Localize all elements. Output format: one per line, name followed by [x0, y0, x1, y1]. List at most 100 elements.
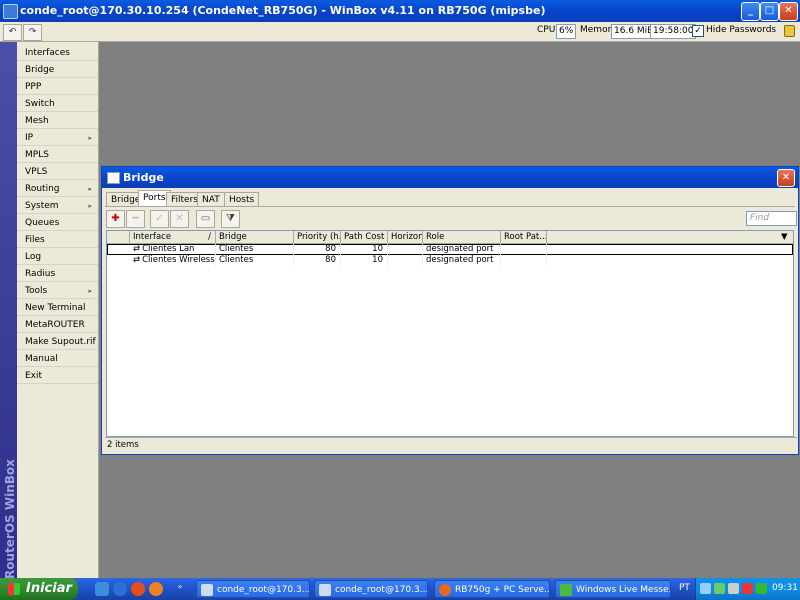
- filter-button[interactable]: ⧩: [221, 210, 240, 228]
- column-path-cost[interactable]: Path Cost: [341, 231, 388, 243]
- start-button[interactable]: Iniciar: [0, 578, 78, 600]
- lock-icon: [784, 25, 795, 37]
- disable-button[interactable]: ✕: [170, 210, 189, 228]
- cpu-value: 6%: [556, 24, 577, 39]
- column-chooser-dropdown[interactable]: ▼: [779, 231, 793, 243]
- menu-item-radius[interactable]: Radius: [17, 266, 98, 282]
- menu-item-manual[interactable]: Manual: [17, 351, 98, 367]
- table-header: Interface / Bridge Priority (h... Path C…: [107, 231, 793, 244]
- sort-indicator: /: [208, 232, 211, 242]
- window-title-bar[interactable]: conde_root@170.30.10.254 (CondeNet_RB750…: [0, 0, 800, 22]
- cell-priority: 80: [294, 244, 341, 255]
- quicklaunch-expand-icon[interactable]: »: [175, 582, 185, 596]
- cell-horizon: [388, 255, 423, 266]
- quicklaunch-media-icon[interactable]: [149, 582, 163, 596]
- cell-path-cost: 10: [341, 244, 388, 255]
- tab-hosts[interactable]: Hosts: [224, 192, 260, 207]
- cell-root-path: [501, 244, 547, 255]
- submenu-arrow-icon: ▸: [88, 185, 92, 193]
- quicklaunch-ie-icon[interactable]: [113, 582, 127, 596]
- window-title: conde_root@170.30.10.254 (CondeNet_RB750…: [20, 4, 546, 17]
- redo-button[interactable]: ↷: [23, 24, 42, 41]
- menu-item-queues[interactable]: Queues: [17, 215, 98, 231]
- brand-strip: RouterOS WinBox: [0, 42, 17, 579]
- undo-button[interactable]: ↶: [3, 24, 22, 41]
- table-row[interactable]: ⇄ Clientes Wireless Clientes 80 10 designated…: [107, 255, 793, 266]
- minimize-button[interactable]: _: [741, 2, 760, 21]
- column-root-path[interactable]: Root Pat...: [501, 231, 547, 243]
- firefox-task-icon: [439, 584, 451, 596]
- comment-button[interactable]: ▭: [196, 210, 215, 228]
- hide-passwords-label: Hide Passwords: [706, 25, 777, 35]
- language-indicator[interactable]: PT: [679, 583, 690, 593]
- tray-messenger-icon[interactable]: [756, 583, 767, 594]
- taskbar-item-winbox-2[interactable]: conde_root@170.3...: [314, 580, 428, 598]
- cell-horizon: [388, 244, 423, 255]
- bridge-close-button[interactable]: ✕: [777, 169, 795, 187]
- system-tray: PT 09:31: [679, 578, 800, 600]
- cell-priority: 80: [294, 255, 341, 266]
- find-input[interactable]: Find: [746, 211, 797, 226]
- tab-nat[interactable]: NAT: [197, 192, 225, 207]
- hide-passwords-checkbox[interactable]: ✓: [692, 25, 704, 37]
- cell-role: designated port: [423, 244, 501, 255]
- port-interface-icon: ⇄: [133, 244, 141, 254]
- taskbar: Iniciar » conde_root@170.3... conde_root…: [0, 578, 800, 600]
- taskbar-clock: 09:31: [772, 583, 798, 593]
- menu-item-bridge[interactable]: Bridge: [17, 62, 98, 78]
- column-priority[interactable]: Priority (h...: [294, 231, 341, 243]
- taskbar-item-winbox-1[interactable]: conde_root@170.3...: [196, 580, 310, 598]
- menu-item-log[interactable]: Log: [17, 249, 98, 265]
- add-button[interactable]: ✚: [106, 210, 125, 228]
- tray-help-icon[interactable]: [700, 583, 711, 594]
- menu-item-vpls[interactable]: VPLS: [17, 164, 98, 180]
- menu-item-metarouter[interactable]: MetaROUTER: [17, 317, 98, 333]
- status-bar: 2 items: [105, 437, 797, 452]
- clock-display: 19:58:00: [650, 24, 697, 39]
- menu-item-mesh[interactable]: Mesh: [17, 113, 98, 129]
- quicklaunch-firefox-icon[interactable]: [131, 582, 145, 596]
- menu-item-exit[interactable]: Exit: [17, 368, 98, 384]
- tray-network-icon[interactable]: [714, 583, 725, 594]
- cell-interface: ⇄ Clientes Wireless: [130, 255, 216, 266]
- menu-item-ppp[interactable]: PPP: [17, 79, 98, 95]
- cell-root-path: [501, 255, 547, 266]
- tab-divider: [105, 206, 795, 207]
- submenu-arrow-icon: ▸: [88, 134, 92, 142]
- taskbar-item-firefox[interactable]: RB750g + PC Serve...: [434, 580, 550, 598]
- ports-table: Interface / Bridge Priority (h... Path C…: [106, 230, 794, 437]
- table-row[interactable]: ⇄ Clientes Lan Clientes 80 10 designated port: [107, 244, 793, 255]
- taskbar-item-messenger[interactable]: Windows Live Messe...: [555, 580, 671, 598]
- close-button[interactable]: ✕: [779, 2, 798, 21]
- menu-item-switch[interactable]: Switch: [17, 96, 98, 112]
- brand-text: RouterOS WinBox: [3, 459, 17, 579]
- column-bridge[interactable]: Bridge: [216, 231, 294, 243]
- main-menu: Interfaces Bridge PPP Switch Mesh IP ▸ MPLS VPLS…: [17, 42, 99, 578]
- menu-item-system[interactable]: System ▸: [17, 198, 98, 214]
- tray-security-icon[interactable]: [742, 583, 753, 594]
- column-horizon[interactable]: Horizon: [388, 231, 423, 243]
- windows-logo-icon: [8, 583, 20, 595]
- bridge-title-bar[interactable]: Bridge ✕: [102, 167, 798, 188]
- menu-item-files[interactable]: Files: [17, 232, 98, 248]
- column-interface[interactable]: Interface /: [130, 231, 216, 243]
- menu-item-tools[interactable]: Tools ▸: [17, 283, 98, 299]
- column-role[interactable]: Role: [423, 231, 501, 243]
- menu-item-make-supout-rif[interactable]: Make Supout.rif: [17, 334, 98, 350]
- remove-button[interactable]: ━: [126, 210, 145, 228]
- enable-button[interactable]: ✓: [150, 210, 169, 228]
- menu-item-ip[interactable]: IP ▸: [17, 130, 98, 146]
- bridge-title: Bridge: [123, 171, 164, 184]
- submenu-arrow-icon: ▸: [88, 287, 92, 295]
- menu-item-new-terminal[interactable]: New Terminal: [17, 300, 98, 316]
- bridge-window: Bridge ✕ Bridge Ports Filters NAT Hosts …: [101, 166, 799, 455]
- menu-item-interfaces[interactable]: Interfaces: [17, 45, 98, 61]
- maximize-button[interactable]: □: [760, 2, 779, 21]
- menu-item-mpls[interactable]: MPLS: [17, 147, 98, 163]
- submenu-arrow-icon: ▸: [88, 202, 92, 210]
- menu-item-routing[interactable]: Routing ▸: [17, 181, 98, 197]
- main-toolbar: ↶ ↷ CPU: 6% Memory: 16.6 MiB 19:58:00 ✓ …: [0, 22, 800, 42]
- header-spacer: [107, 231, 130, 243]
- quicklaunch-network-icon[interactable]: [95, 582, 109, 596]
- tray-volume-icon[interactable]: [728, 583, 739, 594]
